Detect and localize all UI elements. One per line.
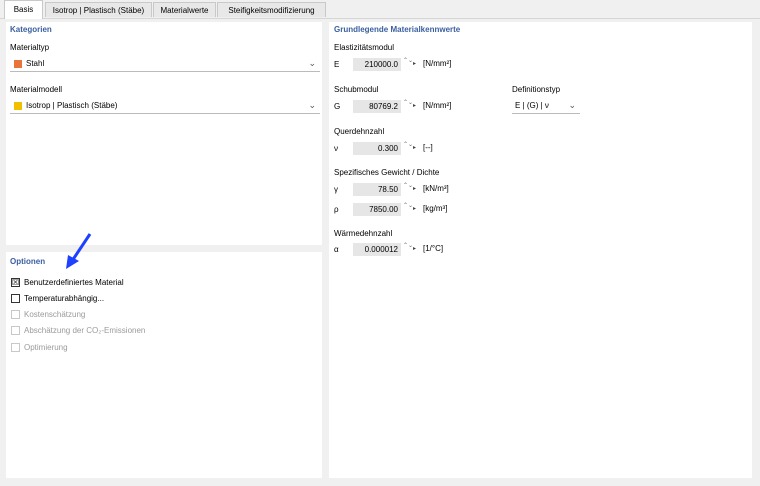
spinner-icon[interactable]: ⌃⌄ xyxy=(403,243,413,249)
arrow-right-icon[interactable]: ▸ xyxy=(413,60,416,67)
color-swatch-icon xyxy=(14,60,22,68)
alpha-unit: [1/°C] xyxy=(423,244,444,253)
materialmodell-value: Isotrop | Plastisch (Stäbe) xyxy=(26,101,118,110)
spinner-icon[interactable]: ⌃⌄ xyxy=(403,142,413,148)
elastizitaetsmodul-label: Elastizitätsmodul xyxy=(334,43,395,52)
spinner-icon[interactable]: ⌃⌄ xyxy=(403,100,413,106)
arrow-right-icon[interactable]: ▸ xyxy=(413,144,416,151)
checkbox-label: Abschätzung der CO₂-Emissionen xyxy=(24,326,146,335)
waermedehnzahl-label: Wärmedehnzahl xyxy=(334,229,393,238)
checkbox-optimierung xyxy=(11,343,20,352)
materialkennwerte-panel: Grundlegende Materialkennwerte Elastizit… xyxy=(329,22,752,478)
chevron-down-icon[interactable]: ⌄ xyxy=(568,100,576,111)
spinner-icon[interactable]: ⌃⌄ xyxy=(403,58,413,64)
checkbox-label: Benutzerdefiniertes Material xyxy=(24,278,124,287)
nu-unit: [--] xyxy=(423,143,433,152)
kategorien-panel: Kategorien Materialtyp Stahl ⌄ Materialm… xyxy=(6,22,322,245)
alpha-symbol: α xyxy=(334,245,339,254)
chevron-down-icon[interactable]: ⌄ xyxy=(308,58,316,69)
kategorien-title: Kategorien xyxy=(10,25,52,34)
e-symbol: E xyxy=(334,60,340,69)
definitionstyp-label: Definitionstyp xyxy=(512,85,561,94)
gamma-unit: [kN/m³] xyxy=(423,184,449,193)
nu-symbol: ν xyxy=(334,144,338,153)
tab-bar: Basis Isotrop | Plastisch (Stäbe) Materi… xyxy=(0,0,760,19)
tab-steifigkeitsmodifizierung[interactable]: Steifigkeitsmodifizierung xyxy=(217,2,326,17)
tab-isotrop-plastisch[interactable]: Isotrop | Plastisch (Stäbe) xyxy=(45,2,152,17)
rho-unit: [kg/m³] xyxy=(423,204,448,213)
materialtyp-select[interactable]: Stahl ⌄ xyxy=(10,57,320,72)
gamma-input[interactable]: 78.50 xyxy=(353,183,401,196)
spinner-icon[interactable]: ⌃⌄ xyxy=(403,183,413,189)
gamma-symbol: γ xyxy=(334,185,338,194)
g-unit: [N/mm²] xyxy=(423,101,452,110)
alpha-input[interactable]: 0.000012 xyxy=(353,243,401,256)
querdehnzahl-label: Querdehnzahl xyxy=(334,127,385,136)
tab-materialwerte[interactable]: Materialwerte xyxy=(153,2,216,17)
arrow-right-icon[interactable]: ▸ xyxy=(413,205,416,212)
checkbox-co2 xyxy=(11,326,20,335)
checkbox-kostenschaetzung xyxy=(11,310,20,319)
checkbox-benutzerdefiniert[interactable]: ☒ xyxy=(11,278,20,287)
definitionstyp-select[interactable]: E | (G) | ν ⌄ xyxy=(512,99,580,114)
g-symbol: G xyxy=(334,102,341,111)
materialtyp-label: Materialtyp xyxy=(10,43,50,52)
g-input[interactable]: 80769.2 xyxy=(353,100,401,113)
chevron-down-icon[interactable]: ⌄ xyxy=(308,100,316,111)
optionen-panel: Optionen ☒ Benutzerdefiniertes Material … xyxy=(6,252,322,478)
checkbox-label: Optimierung xyxy=(24,343,68,352)
schubmodul-label: Schubmodul xyxy=(334,85,379,94)
arrow-right-icon[interactable]: ▸ xyxy=(413,185,416,192)
tab-basis[interactable]: Basis xyxy=(4,0,43,19)
checkbox-temperaturabhaengig[interactable] xyxy=(11,294,20,303)
rho-input[interactable]: 7850.00 xyxy=(353,203,401,216)
spinner-icon[interactable]: ⌃⌄ xyxy=(403,203,413,209)
definitionstyp-value: E | (G) | ν xyxy=(515,101,549,110)
rho-symbol: ρ xyxy=(334,205,339,214)
materialkennwerte-title: Grundlegende Materialkennwerte xyxy=(334,25,461,34)
e-input[interactable]: 210000.0 xyxy=(353,58,401,71)
e-unit: [N/mm²] xyxy=(423,59,452,68)
checkbox-label: Kostenschätzung xyxy=(24,310,86,319)
materialmodell-select[interactable]: Isotrop | Plastisch (Stäbe) ⌄ xyxy=(10,99,320,114)
blue-arrow-annotation-icon xyxy=(66,233,92,269)
arrow-right-icon[interactable]: ▸ xyxy=(413,102,416,109)
materialmodell-label: Materialmodell xyxy=(10,85,63,94)
checkbox-label: Temperaturabhängig... xyxy=(24,294,105,303)
nu-input[interactable]: 0.300 xyxy=(353,142,401,155)
arrow-right-icon[interactable]: ▸ xyxy=(413,245,416,252)
materialtyp-value: Stahl xyxy=(26,59,45,68)
gewicht-dichte-label: Spezifisches Gewicht / Dichte xyxy=(334,168,440,177)
optionen-title: Optionen xyxy=(10,257,46,266)
color-swatch-icon xyxy=(14,102,22,110)
